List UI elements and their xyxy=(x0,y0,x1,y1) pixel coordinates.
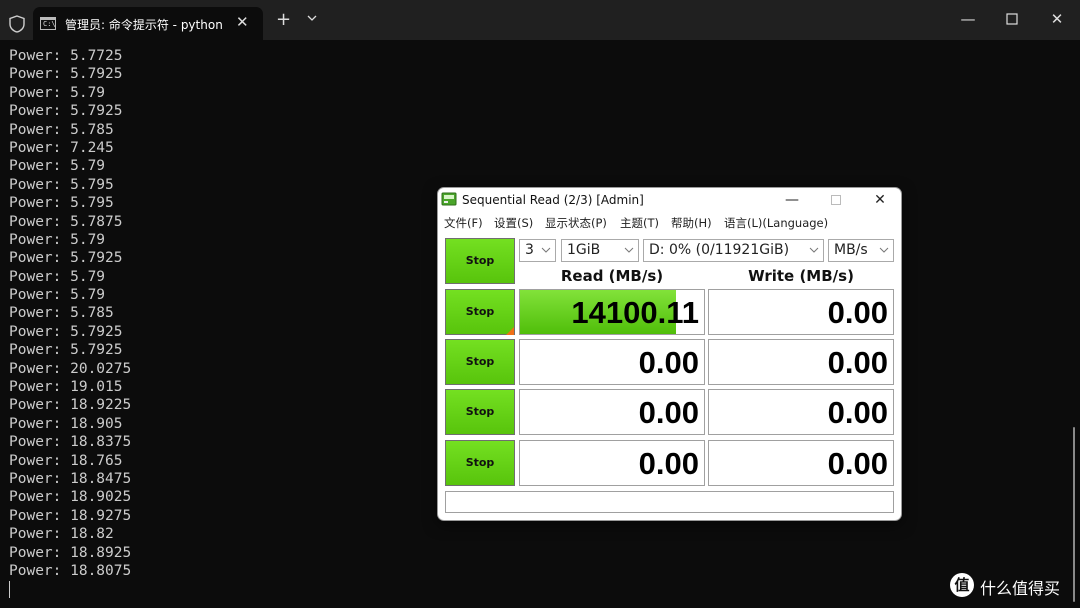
shield-icon xyxy=(9,15,25,33)
test-size-select[interactable]: 1GiB xyxy=(561,239,639,262)
terminal-line: Power: 5.7925 xyxy=(9,66,123,83)
write-value: 0.00 xyxy=(827,446,888,481)
new-tab-icon[interactable]: + xyxy=(276,10,291,30)
terminal-tab[interactable]: C:\ 管理员: 命令提示符 - python p ✕ xyxy=(33,7,263,40)
terminal-line: Power: 5.795 xyxy=(9,195,114,212)
terminal-line: Power: 5.79 xyxy=(9,231,106,248)
terminal-line: Power: 20.0275 xyxy=(9,360,132,377)
terminal-line: Power: 5.79 xyxy=(9,287,106,304)
read-result-row-4: 0.00 xyxy=(519,440,705,486)
write-value: 0.00 xyxy=(827,395,888,430)
stop-button-row-4[interactable]: Stop xyxy=(445,440,515,486)
read-result-row-1: 14100.11 xyxy=(519,289,705,335)
chevron-down-icon xyxy=(541,247,551,253)
drive-value: D: 0% (0/11921GiB) xyxy=(649,242,790,258)
terminal-line: Power: 19.015 xyxy=(9,379,123,396)
tab-close-icon[interactable]: ✕ xyxy=(236,13,249,31)
chevron-down-icon xyxy=(879,247,889,253)
menu-settings[interactable]: 设置(S) xyxy=(494,215,533,231)
terminal-line: Power: 5.7925 xyxy=(9,342,123,359)
terminal-line: Power: 5.79 xyxy=(9,268,106,285)
terminal-line: Power: 5.79 xyxy=(9,158,106,175)
terminal-line: Power: 5.785 xyxy=(9,121,114,138)
read-value: 0.00 xyxy=(638,345,699,380)
terminal-line: Power: 5.7925 xyxy=(9,323,123,340)
terminal-line: Power: 5.7725 xyxy=(9,48,123,64)
menu-help[interactable]: 帮助(H) xyxy=(671,215,712,231)
cmd-icon: C:\ xyxy=(40,17,56,30)
read-result-row-2: 0.00 xyxy=(519,339,705,385)
unit-select[interactable]: MB/s xyxy=(828,239,894,262)
terminal-line: Power: 5.795 xyxy=(9,176,114,193)
tab-title: 管理员: 命令提示符 - python p xyxy=(65,18,227,32)
terminal-line: Power: 5.7925 xyxy=(9,103,123,120)
minimize-icon[interactable]: — xyxy=(957,8,979,30)
terminal-output: Power: 5.7725 Power: 5.7925 Power: 5.79 Pow… xyxy=(9,47,131,580)
maximize-icon[interactable] xyxy=(824,189,848,211)
cdm-titlebar: Sequential Read (2/3) [Admin] — ✕ xyxy=(438,188,901,212)
terminal-line: Power: 5.79 xyxy=(9,84,106,101)
stop-button-row-3[interactable]: Stop xyxy=(445,389,515,435)
terminal-line: Power: 5.785 xyxy=(9,305,114,322)
text-cursor xyxy=(9,581,10,598)
menubar: 文件(F) 设置(S) 显示状态(P) 主题(T) 帮助(H) 语言(L)(La… xyxy=(438,212,901,232)
terminal-titlebar: C:\ 管理员: 命令提示符 - python p ✕ + — ✕ xyxy=(0,0,1080,40)
terminal-line: Power: 18.8475 xyxy=(9,470,132,487)
terminal-line: Power: 18.8925 xyxy=(9,544,132,561)
stop-button-row-2[interactable]: Stop xyxy=(445,339,515,385)
read-value: 14100.11 xyxy=(571,295,699,330)
terminal-line: Power: 18.9025 xyxy=(9,489,132,506)
status-corner-mark xyxy=(506,327,514,335)
menu-display[interactable]: 显示状态(P) xyxy=(545,215,607,231)
menu-language[interactable]: 语言(L)(Language) xyxy=(724,215,828,231)
terminal-scrollbar[interactable] xyxy=(1073,427,1075,602)
window-title: Sequential Read (2/3) [Admin] xyxy=(462,193,644,207)
terminal-line: Power: 18.8375 xyxy=(9,434,132,451)
write-result-row-4: 0.00 xyxy=(708,440,894,486)
write-result-row-1: 0.00 xyxy=(708,289,894,335)
read-result-row-3: 0.00 xyxy=(519,389,705,435)
unit-value: MB/s xyxy=(834,242,868,258)
minimize-icon[interactable]: — xyxy=(780,189,804,211)
read-column-header: Read (MB/s) xyxy=(560,267,664,285)
write-value: 0.00 xyxy=(827,295,888,330)
terminal-line: Power: 18.8075 xyxy=(9,562,132,579)
chevron-down-icon[interactable] xyxy=(305,12,319,24)
read-value: 0.00 xyxy=(638,446,699,481)
chevron-down-icon xyxy=(624,247,634,253)
drive-select[interactable]: D: 0% (0/11921GiB) xyxy=(643,239,824,262)
terminal-line: Power: 7.245 xyxy=(9,139,114,156)
maximize-icon[interactable] xyxy=(1001,8,1023,30)
app-icon xyxy=(441,192,457,206)
stop-all-button[interactable]: Stop xyxy=(445,238,515,284)
close-icon[interactable]: ✕ xyxy=(868,189,892,211)
write-result-row-2: 0.00 xyxy=(708,339,894,385)
test-count-value: 3 xyxy=(525,242,534,258)
terminal-line: Power: 5.7925 xyxy=(9,250,123,267)
crystaldiskmark-window: Sequential Read (2/3) [Admin] — ✕ 文件(F) … xyxy=(437,187,902,521)
test-size-value: 1GiB xyxy=(567,242,601,258)
write-column-header: Write (MB/s) xyxy=(748,267,854,285)
watermark-logo: 值 xyxy=(950,573,974,597)
write-value: 0.00 xyxy=(827,345,888,380)
terminal-line: Power: 18.905 xyxy=(9,415,123,432)
stop-button-row-1[interactable]: Stop xyxy=(445,289,515,335)
terminal-line: Power: 18.82 xyxy=(9,526,114,543)
watermark-text: 什么值得买 xyxy=(980,579,1061,598)
close-icon[interactable]: ✕ xyxy=(1046,8,1068,30)
terminal-line: Power: 18.9225 xyxy=(9,397,132,414)
test-count-select[interactable]: 3 xyxy=(519,239,556,262)
write-result-row-3: 0.00 xyxy=(708,389,894,435)
comment-field[interactable] xyxy=(445,491,894,513)
terminal-line: Power: 18.765 xyxy=(9,452,123,469)
read-value: 0.00 xyxy=(638,395,699,430)
chevron-down-icon xyxy=(809,247,819,253)
terminal-line: Power: 5.7875 xyxy=(9,213,123,230)
terminal-line: Power: 18.9275 xyxy=(9,507,132,524)
menu-file[interactable]: 文件(F) xyxy=(444,215,483,231)
menu-theme[interactable]: 主题(T) xyxy=(620,215,659,231)
